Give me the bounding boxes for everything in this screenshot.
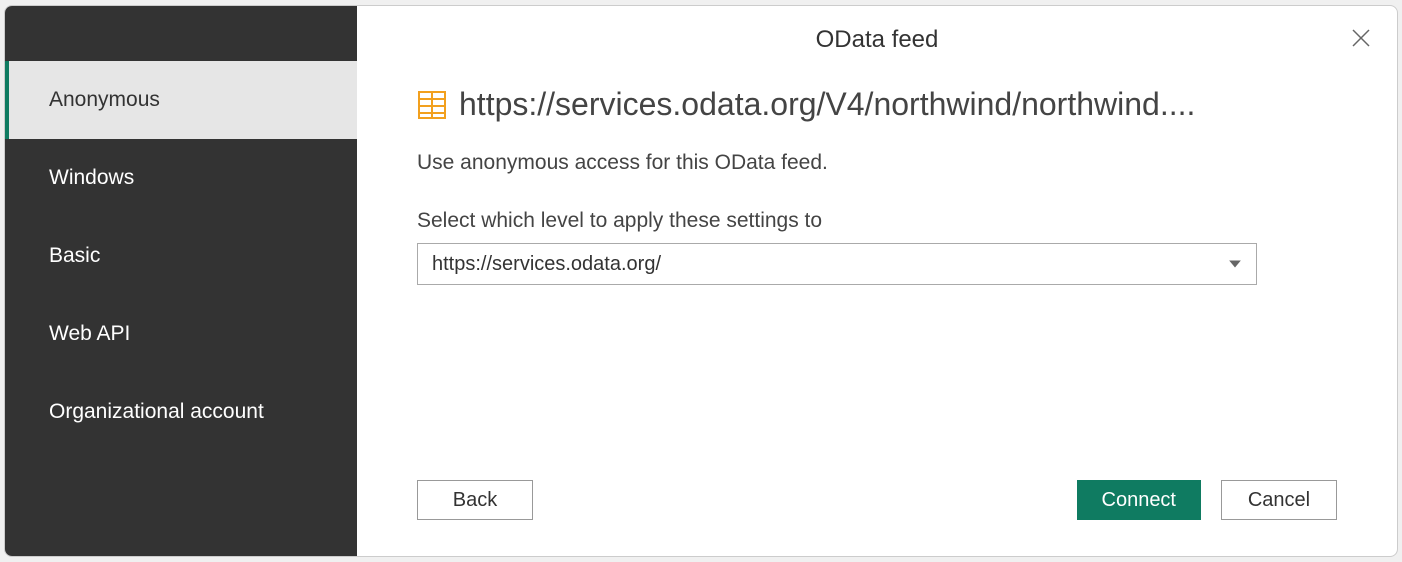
odata-feed-dialog: Anonymous Windows Basic Web API Organiza… (4, 5, 1398, 557)
sidebar-item-label: Web API (49, 322, 130, 345)
level-label: Select which level to apply these settin… (417, 209, 1337, 233)
sidebar-item-web-api[interactable]: Web API (5, 295, 357, 373)
sidebar-item-label: Anonymous (49, 88, 160, 111)
sidebar-item-windows[interactable]: Windows (5, 139, 357, 217)
chevron-down-icon (1228, 257, 1242, 271)
dialog-title: OData feed (357, 26, 1397, 54)
connect-button[interactable]: Connect (1077, 480, 1202, 520)
sidebar-item-label: Organizational account (49, 400, 264, 423)
sidebar-item-label: Windows (49, 166, 134, 189)
sidebar-item-basic[interactable]: Basic (5, 217, 357, 295)
level-select-value: https://services.odata.org/ (432, 253, 661, 276)
close-button[interactable] (1349, 26, 1373, 50)
back-button[interactable]: Back (417, 480, 533, 520)
cancel-button[interactable]: Cancel (1221, 480, 1337, 520)
content-area: https://services.odata.org/V4/northwind/… (357, 62, 1397, 480)
sidebar-item-label: Basic (49, 244, 100, 267)
url-row: https://services.odata.org/V4/northwind/… (417, 86, 1337, 123)
close-icon (1349, 26, 1373, 50)
main-panel: OData feed (357, 6, 1397, 556)
level-select[interactable]: https://services.odata.org/ (417, 243, 1257, 285)
sidebar-item-anonymous[interactable]: Anonymous (5, 61, 357, 139)
feed-url: https://services.odata.org/V4/northwind/… (459, 86, 1195, 123)
sidebar-item-organizational-account[interactable]: Organizational account (5, 373, 357, 451)
auth-type-sidebar: Anonymous Windows Basic Web API Organiza… (5, 6, 357, 556)
dialog-footer: Back Connect Cancel (357, 480, 1397, 556)
table-icon (417, 90, 447, 120)
auth-description: Use anonymous access for this OData feed… (417, 151, 1337, 175)
dialog-header: OData feed (357, 6, 1397, 62)
